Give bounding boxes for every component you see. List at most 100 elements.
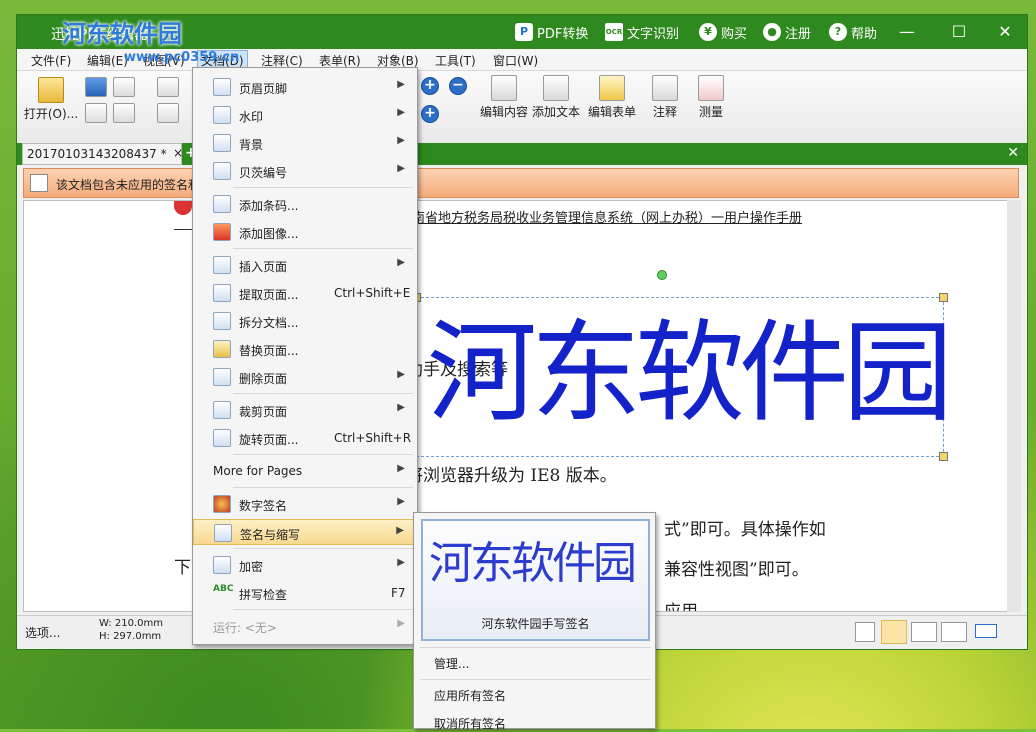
menu-item-add-barcode[interactable]: 添加条码...: [193, 191, 417, 217]
signature-caption: 河东软件园手写签名: [481, 617, 590, 631]
help-button[interactable]: ? 帮助: [829, 22, 877, 42]
measure-icon: [698, 75, 724, 101]
pdf-convert-button[interactable]: P PDF转换: [515, 22, 588, 42]
menu-separator: [420, 647, 651, 648]
forward-icon[interactable]: [157, 103, 179, 123]
menu-item-extract-page[interactable]: 提取页面... Ctrl+Shift+E: [193, 280, 417, 306]
options-dropdown[interactable]: 选项...: [25, 624, 60, 641]
help-icon: ?: [829, 23, 847, 41]
menu-item-digital-signature[interactable]: 数字签名 ▶: [193, 491, 417, 517]
close-all-tabs-icon[interactable]: ✕: [1007, 145, 1019, 161]
ocr-button[interactable]: OCR 文字识别: [605, 22, 679, 42]
menu-item-background[interactable]: 背景 ▶: [193, 130, 417, 156]
register-button[interactable]: ● 注册: [763, 22, 811, 42]
zoom-add-icon[interactable]: +: [421, 105, 439, 123]
page-height: H: 297.0mm: [99, 631, 162, 642]
menu-item-header-footer[interactable]: 页眉页脚 ▶: [193, 74, 417, 100]
print-icon[interactable]: [85, 103, 107, 123]
menu-item-replace-page[interactable]: 替换页面...: [193, 336, 417, 362]
annotate-button[interactable]: 注释: [645, 75, 685, 120]
cancel-all-signatures-item[interactable]: 取消所有签名: [434, 715, 506, 732]
minimize-button[interactable]: —: [894, 21, 920, 43]
menu-item-bates-number[interactable]: 贝茨编号 ▶: [193, 158, 417, 184]
rotate-icon: [213, 429, 231, 447]
resize-handle[interactable]: [939, 293, 948, 302]
menu-window[interactable]: 窗口(W): [493, 52, 538, 69]
zoom-in-icon[interactable]: +: [421, 77, 439, 95]
menu-separator: [233, 487, 413, 488]
menu-item-crop-page[interactable]: 裁剪页面 ▶: [193, 397, 417, 423]
email-icon[interactable]: [113, 103, 135, 123]
emblem-icon: [174, 201, 192, 215]
doc-text-line: 将浏览器升级为 IE8 版本。: [406, 466, 617, 486]
buy-button[interactable]: ¥ 购买: [699, 22, 747, 42]
watermark-icon: [213, 106, 231, 124]
maximize-button[interactable]: ☐: [946, 21, 972, 43]
manage-signatures-item[interactable]: 管理...: [434, 655, 469, 672]
yen-icon: ¥: [699, 23, 717, 41]
menu-item-add-image[interactable]: 添加图像...: [193, 219, 417, 245]
signature-submenu: 河东软件园 河东软件园手写签名 管理... 应用所有签名 取消所有签名: [413, 512, 656, 732]
ocr-icon: OCR: [605, 23, 623, 41]
document-tab[interactable]: 20170103143208437 * ×: [22, 143, 183, 165]
signature-item[interactable]: 河东软件园 河东软件园手写签名: [421, 519, 650, 641]
menu-separator: [420, 679, 651, 680]
menu-item-rotate-page[interactable]: 旋转页面... Ctrl+Shift+R: [193, 425, 417, 451]
menu-item-delete-page[interactable]: 删除页面 ▶: [193, 364, 417, 390]
menu-item-encrypt[interactable]: 加密 ▶: [193, 552, 417, 578]
measure-button[interactable]: 测量: [691, 75, 731, 120]
menu-separator: [233, 248, 413, 249]
edit-content-button[interactable]: 编辑内容: [477, 75, 531, 120]
edit-form-button[interactable]: 编辑表单: [585, 75, 639, 120]
menu-item-run: 运行: <无> ▶: [213, 618, 405, 635]
menu-tools[interactable]: 工具(T): [435, 52, 476, 69]
continuous-facing-view-icon[interactable]: [941, 622, 967, 642]
full-screen-icon[interactable]: [975, 624, 997, 638]
doc-text-line: 应用: [664, 602, 698, 612]
close-window-button[interactable]: ✕: [992, 21, 1018, 43]
doc-text-line: 下: [174, 558, 191, 578]
form-icon: [599, 75, 625, 101]
menu-item-spell-check[interactable]: ABC 拼写检查 F7: [193, 580, 417, 606]
crop-icon: [213, 401, 231, 419]
toolbar: 打开(O)... + − + 编辑内容 添加文本 编辑表单 注释 测量: [17, 71, 1027, 145]
menu-item-sign-and-initial[interactable]: 签名与缩写 ▶: [193, 519, 417, 545]
continuous-view-icon[interactable]: [881, 620, 907, 644]
tab-bar: 20170103143208437 * × + ✕: [17, 143, 1027, 165]
single-page-view-icon[interactable]: [855, 622, 875, 642]
zoom-out-icon[interactable]: −: [449, 77, 467, 95]
replace-page-icon: [213, 340, 231, 358]
notification-text: 该文档包含未应用的签名和...: [56, 178, 212, 192]
barcode-icon: [213, 195, 231, 213]
split-icon: [213, 312, 231, 330]
signature-selection[interactable]: 河东软件园: [412, 270, 953, 461]
menu-file[interactable]: 文件(F): [31, 52, 71, 69]
menu-separator: [233, 393, 413, 394]
scanner-icon[interactable]: [113, 77, 135, 97]
menu-separator: [233, 454, 413, 455]
resize-handle[interactable]: [939, 452, 948, 461]
document-menu: 页眉页脚 ▶ 水印 ▶ 背景 ▶ 贝茨编号 ▶ 添加条码... 添加图像... 插入页面…: [192, 67, 418, 645]
page-width: W: 210.0mm: [99, 618, 163, 629]
extract-page-icon: [213, 284, 231, 302]
notification-bar: 该文档包含未应用的签名和...: [23, 168, 1019, 198]
add-text-button[interactable]: 添加文本: [529, 75, 583, 120]
insert-page-icon: [213, 256, 231, 274]
rotate-handle[interactable]: [657, 270, 667, 280]
menu-separator: [233, 548, 413, 549]
menu-edit[interactable]: 编辑(E): [87, 52, 128, 69]
menu-item-insert-page[interactable]: 插入页面 ▶: [193, 252, 417, 278]
vertical-scrollbar[interactable]: [1007, 200, 1021, 612]
delete-page-icon: [213, 368, 231, 386]
tab-close-icon[interactable]: ×: [173, 146, 183, 160]
user-icon: ●: [763, 23, 781, 41]
menu-item-watermark[interactable]: 水印 ▶: [193, 102, 417, 128]
facing-view-icon[interactable]: [911, 622, 937, 642]
open-button[interactable]: 打开(O)...: [23, 77, 79, 122]
menu-item-split-document[interactable]: 拆分文档...: [193, 308, 417, 334]
save-icon[interactable]: [85, 77, 107, 97]
menu-item-more-for-pages[interactable]: More for Pages ▶: [193, 458, 417, 484]
apply-all-signatures-item[interactable]: 应用所有签名: [434, 687, 506, 704]
doc-text-line: 兼容性视图”即可。: [664, 560, 809, 580]
back-icon[interactable]: [157, 77, 179, 97]
